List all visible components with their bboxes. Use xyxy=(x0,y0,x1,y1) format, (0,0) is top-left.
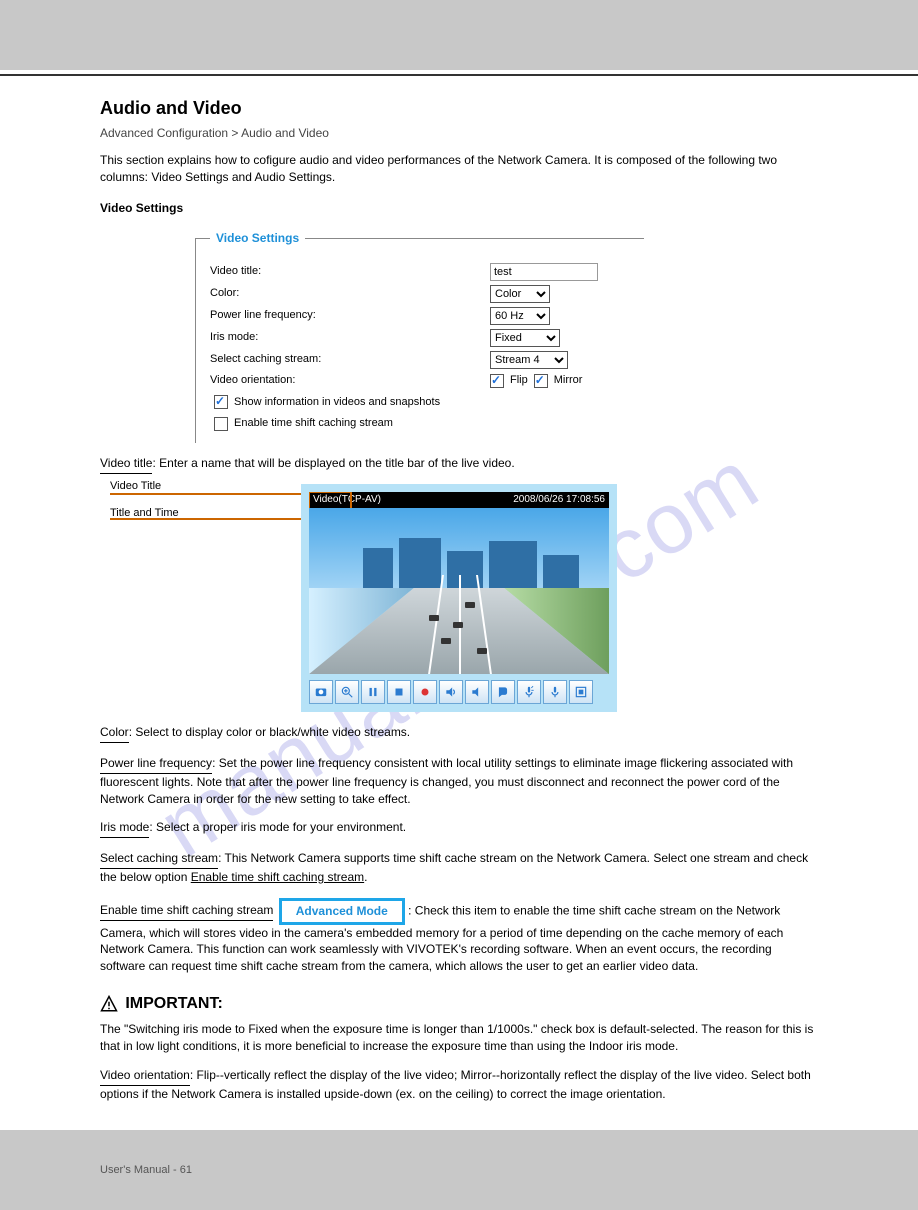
enable-ts-label: Enable time shift caching stream xyxy=(234,416,393,431)
video-settings-panel: Video Settings Video title: Color: Color… xyxy=(195,230,644,443)
term-color: Color xyxy=(100,724,129,743)
label-video-title: Video title: xyxy=(210,264,490,279)
enable-ts-checkbox[interactable] xyxy=(214,417,228,431)
flip-checkbox[interactable] xyxy=(490,374,504,388)
important-note: IMPORTANT: The "Switching iris mode to F… xyxy=(100,993,818,1055)
important-text: The "Switching iris mode to Fixed when t… xyxy=(100,1021,818,1055)
important-title: IMPORTANT: xyxy=(125,995,222,1012)
text-video-title: : Enter a name that will be displayed on… xyxy=(152,456,514,470)
record-button[interactable] xyxy=(413,680,437,704)
show-info-label: Show information in videos and snapshots xyxy=(234,395,440,410)
player-toolbar xyxy=(309,674,609,704)
warning-icon xyxy=(100,995,118,1013)
term-enable-ts: Enable time shift caching stream xyxy=(100,902,273,921)
footer-bar: User's Manual - 61 xyxy=(0,1130,918,1210)
show-info-checkbox[interactable] xyxy=(214,395,228,409)
volume-up-button[interactable] xyxy=(439,680,463,704)
callout-label-a: Video Title xyxy=(110,479,161,494)
flip-label: Flip xyxy=(510,373,528,388)
video-settings-legend: Video Settings xyxy=(210,230,305,247)
page-title: Audio and Video xyxy=(100,96,818,121)
caching-select[interactable]: Stream 4 xyxy=(490,351,568,369)
video-title-input[interactable] xyxy=(490,263,598,281)
color-select[interactable]: Color xyxy=(490,285,550,303)
advanced-mode-button[interactable]: Advanced Mode xyxy=(279,898,405,925)
label-color: Color: xyxy=(210,286,490,301)
video-player: Video(TCP-AV) 2008/06/26 17:08:56 xyxy=(301,484,617,712)
text-color: : Select to display color or black/white… xyxy=(129,725,410,739)
intro-text: This section explains how to cofigure au… xyxy=(100,152,818,186)
term-caching: Select caching stream xyxy=(100,850,218,869)
term-plf: Power line frequency xyxy=(100,755,212,774)
text-iris: : Select a proper iris mode for your env… xyxy=(149,820,406,834)
section-heading-video-settings: Video Settings xyxy=(100,200,818,217)
snapshot-button[interactable] xyxy=(309,680,333,704)
term-video-title: Video title xyxy=(100,455,152,474)
label-orientation: Video orientation: xyxy=(210,373,490,388)
term-iris: Iris mode xyxy=(100,819,149,838)
video-area[interactable]: Video(TCP-AV) 2008/06/26 17:08:56 xyxy=(309,492,609,674)
stop-button[interactable] xyxy=(387,680,411,704)
plf-select[interactable]: 60 Hz xyxy=(490,307,550,325)
iris-select[interactable]: Fixed xyxy=(490,329,560,347)
label-iris: Iris mode: xyxy=(210,330,490,345)
mirror-checkbox[interactable] xyxy=(534,374,548,388)
video-header-right: 2008/06/26 17:08:56 xyxy=(513,493,605,507)
zoom-button[interactable] xyxy=(335,680,359,704)
label-plf: Power line frequency: xyxy=(210,308,490,323)
video-scene xyxy=(309,508,609,674)
volume-button[interactable] xyxy=(465,680,489,704)
header-rule xyxy=(0,74,918,76)
link-enable-ts-inline: Enable time shift caching stream xyxy=(191,870,364,884)
video-header-bar: Video(TCP-AV) 2008/06/26 17:08:56 xyxy=(309,492,609,508)
header-bar xyxy=(0,0,918,70)
breadcrumb: Advanced Configuration > Audio and Video xyxy=(100,125,818,142)
mirror-label: Mirror xyxy=(554,373,583,388)
text-orientation: : Flip--vertically reflect the display o… xyxy=(100,1068,811,1101)
pause-button[interactable] xyxy=(361,680,385,704)
label-caching: Select caching stream: xyxy=(210,352,490,367)
footer-left: User's Manual - 61 xyxy=(100,1163,192,1178)
mic-vol-button[interactable] xyxy=(517,680,541,704)
mic-button[interactable] xyxy=(543,680,567,704)
fullscreen-button[interactable] xyxy=(569,680,593,704)
callout-label-b: Title and Time xyxy=(110,506,179,521)
term-orientation: Video orientation xyxy=(100,1067,190,1086)
talk-button[interactable] xyxy=(491,680,515,704)
text-caching2: . xyxy=(364,870,367,884)
